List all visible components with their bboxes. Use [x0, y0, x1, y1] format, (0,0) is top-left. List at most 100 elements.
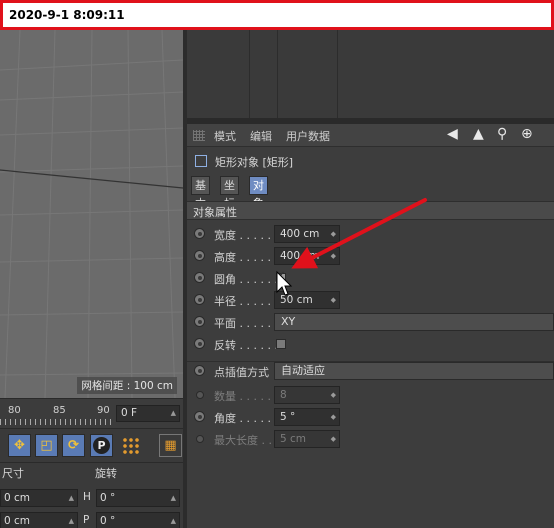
cursor-arrow-icon[interactable]: ▲	[473, 126, 484, 142]
prop-radius: 半径 . . . . . . . 50 cm ◆	[187, 289, 554, 311]
size-value-1: 0 cm	[4, 492, 31, 504]
stepper-arrows-icon[interactable]: ▲	[171, 490, 176, 506]
tab-coord[interactable]: 坐标	[220, 176, 239, 210]
menu-mode[interactable]: 模式	[214, 128, 236, 144]
filmstrip-icon[interactable]: ▦	[159, 434, 182, 457]
animate-dot-icon[interactable]	[194, 316, 205, 327]
transport-toolbar: ✥ ◰ ⟳ P ▦	[0, 428, 183, 462]
width-value: 400 cm	[280, 228, 320, 240]
grid-dots-icon[interactable]	[119, 434, 142, 457]
tab-object[interactable]: 对象	[249, 176, 268, 210]
ruler-ticks	[0, 419, 112, 425]
rotate-icon[interactable]: ⟳	[62, 434, 85, 457]
number-field[interactable]: 8 ◆	[274, 386, 340, 404]
stepper-arrows-icon[interactable]: ▲	[171, 513, 176, 528]
prop-height: 高度 . . . . . . . 400 cm ◆	[187, 245, 554, 267]
stepper-arrows-icon[interactable]: ◆	[331, 248, 336, 264]
angle-value: 5 °	[280, 411, 296, 423]
rotation-header: 旋转	[95, 467, 117, 480]
animate-dot-icon[interactable]	[194, 365, 205, 376]
grip-icon[interactable]	[193, 130, 205, 141]
menu-user-data[interactable]: 用户数据	[286, 128, 330, 144]
width-field[interactable]: 400 cm ◆	[274, 225, 340, 243]
lock-icon[interactable]: ⊕	[521, 126, 533, 142]
point-mode-icon[interactable]: P	[90, 434, 113, 457]
ruler-tick-80: 80	[8, 405, 21, 416]
stepper-arrows-icon[interactable]: ◆	[331, 387, 336, 403]
stepper-arrows-icon[interactable]: ▲	[171, 406, 176, 421]
fillet-checkbox[interactable]	[276, 270, 286, 283]
prop-label: 点插值方式	[214, 366, 269, 379]
animate-dot-icon[interactable]	[194, 228, 205, 239]
size-value-2: 0 cm	[4, 515, 31, 527]
animate-dot-icon[interactable]	[194, 411, 205, 422]
viewport-grid	[0, 30, 183, 398]
column-divider	[337, 30, 338, 124]
prop-interpolation: 点插值方式 自动适应	[187, 360, 554, 382]
reverse-checkbox[interactable]	[276, 339, 286, 349]
stepper-arrows-icon[interactable]: ▲	[69, 490, 74, 506]
search-icon[interactable]: ⚲	[497, 126, 507, 142]
section-title: 对象属性	[193, 206, 237, 219]
attributes-panel: 模式 编辑 用户数据 ◀ ▲ ⚲ ⊕ 矩形对象 [矩形] 基本 坐标 对象 对象…	[187, 124, 554, 528]
move-arrows-icon[interactable]: ✥	[8, 434, 31, 457]
timestamp-text: 2020-9-1 8:09:11	[9, 8, 125, 22]
section-header: 对象属性	[187, 201, 554, 220]
rotation-value-p: 0 °	[100, 515, 116, 527]
menu-edit[interactable]: 编辑	[250, 128, 272, 144]
height-field[interactable]: 400 cm ◆	[274, 247, 340, 265]
grid-spacing-label: 网格间距 : 100 cm	[77, 377, 177, 394]
radius-field[interactable]: 50 cm ◆	[274, 291, 340, 309]
size-header: 尺寸	[2, 467, 24, 480]
animate-dot-icon[interactable]	[194, 250, 205, 261]
object-manager[interactable]	[187, 30, 554, 124]
scale-icon[interactable]: ◰	[35, 434, 58, 457]
max-length-field[interactable]: 5 cm ◆	[274, 430, 340, 448]
rectangle-spline-icon	[195, 155, 207, 167]
prop-angle: 角度 . . . . . . . 5 ° ◆	[187, 406, 554, 428]
stepper-arrows-icon[interactable]: ◆	[331, 226, 336, 242]
object-title-row: 矩形对象 [矩形]	[187, 150, 554, 172]
point-mode-label: P	[93, 437, 110, 454]
column-divider	[277, 30, 278, 124]
prop-label: 圆角 . . . . . . .	[214, 273, 285, 286]
prop-number: 数量 . . . . . . . 8 ◆	[187, 384, 554, 406]
timeline-ruler[interactable]: 80 85 90 0 F ▲	[0, 398, 183, 428]
stepper-arrows-icon[interactable]: ▲	[69, 513, 74, 528]
rotation-value-h: 0 °	[100, 492, 116, 504]
size-field-2[interactable]: 0 cm ▲	[0, 512, 78, 528]
object-title: 矩形对象 [矩形]	[215, 156, 294, 169]
height-value: 400 cm	[280, 250, 320, 262]
ruler-tick-85: 85	[53, 405, 66, 416]
tab-basic[interactable]: 基本	[191, 176, 210, 210]
animate-dot-icon[interactable]	[194, 272, 205, 283]
interpolation-dropdown[interactable]: 自动适应	[274, 362, 554, 380]
frame-field[interactable]: 0 F ▲	[116, 405, 180, 422]
rotation-field-p[interactable]: 0 ° ▲	[96, 512, 180, 528]
prop-plane: 平面 . . . . . . . XY	[187, 311, 554, 333]
stepper-arrows-icon[interactable]: ◆	[331, 431, 336, 447]
attributes-menu-bar: 模式 编辑 用户数据 ◀ ▲ ⚲ ⊕	[187, 124, 554, 147]
radius-value: 50 cm	[280, 294, 313, 306]
size-field-1[interactable]: 0 cm ▲	[0, 489, 78, 507]
rotation-field-h[interactable]: 0 ° ▲	[96, 489, 180, 507]
timestamp-bar: 2020-9-1 8:09:11	[0, 0, 554, 30]
number-value: 8	[280, 389, 287, 401]
axis-label-h: H	[83, 491, 91, 503]
animate-dot-icon[interactable]	[194, 338, 205, 349]
animate-dot-icon[interactable]	[194, 294, 205, 305]
stepper-arrows-icon[interactable]: ◆	[331, 292, 336, 308]
column-divider	[249, 30, 250, 124]
angle-field[interactable]: 5 ° ◆	[274, 408, 340, 426]
prop-label: 反转 . . . . . . .	[214, 339, 285, 352]
animate-dot-icon[interactable]	[196, 391, 204, 399]
animate-dot-icon[interactable]	[196, 435, 204, 443]
back-arrow-icon[interactable]: ◀	[447, 126, 458, 142]
frame-value: 0 F	[121, 407, 138, 419]
viewport[interactable]: 网格间距 : 100 cm	[0, 30, 183, 398]
prop-fillet: 圆角 . . . . . . .	[187, 267, 554, 289]
max-length-value: 5 cm	[280, 433, 307, 445]
stepper-arrows-icon[interactable]: ◆	[331, 409, 336, 425]
axis-label-p: P	[83, 514, 90, 526]
plane-dropdown[interactable]: XY	[274, 313, 554, 331]
